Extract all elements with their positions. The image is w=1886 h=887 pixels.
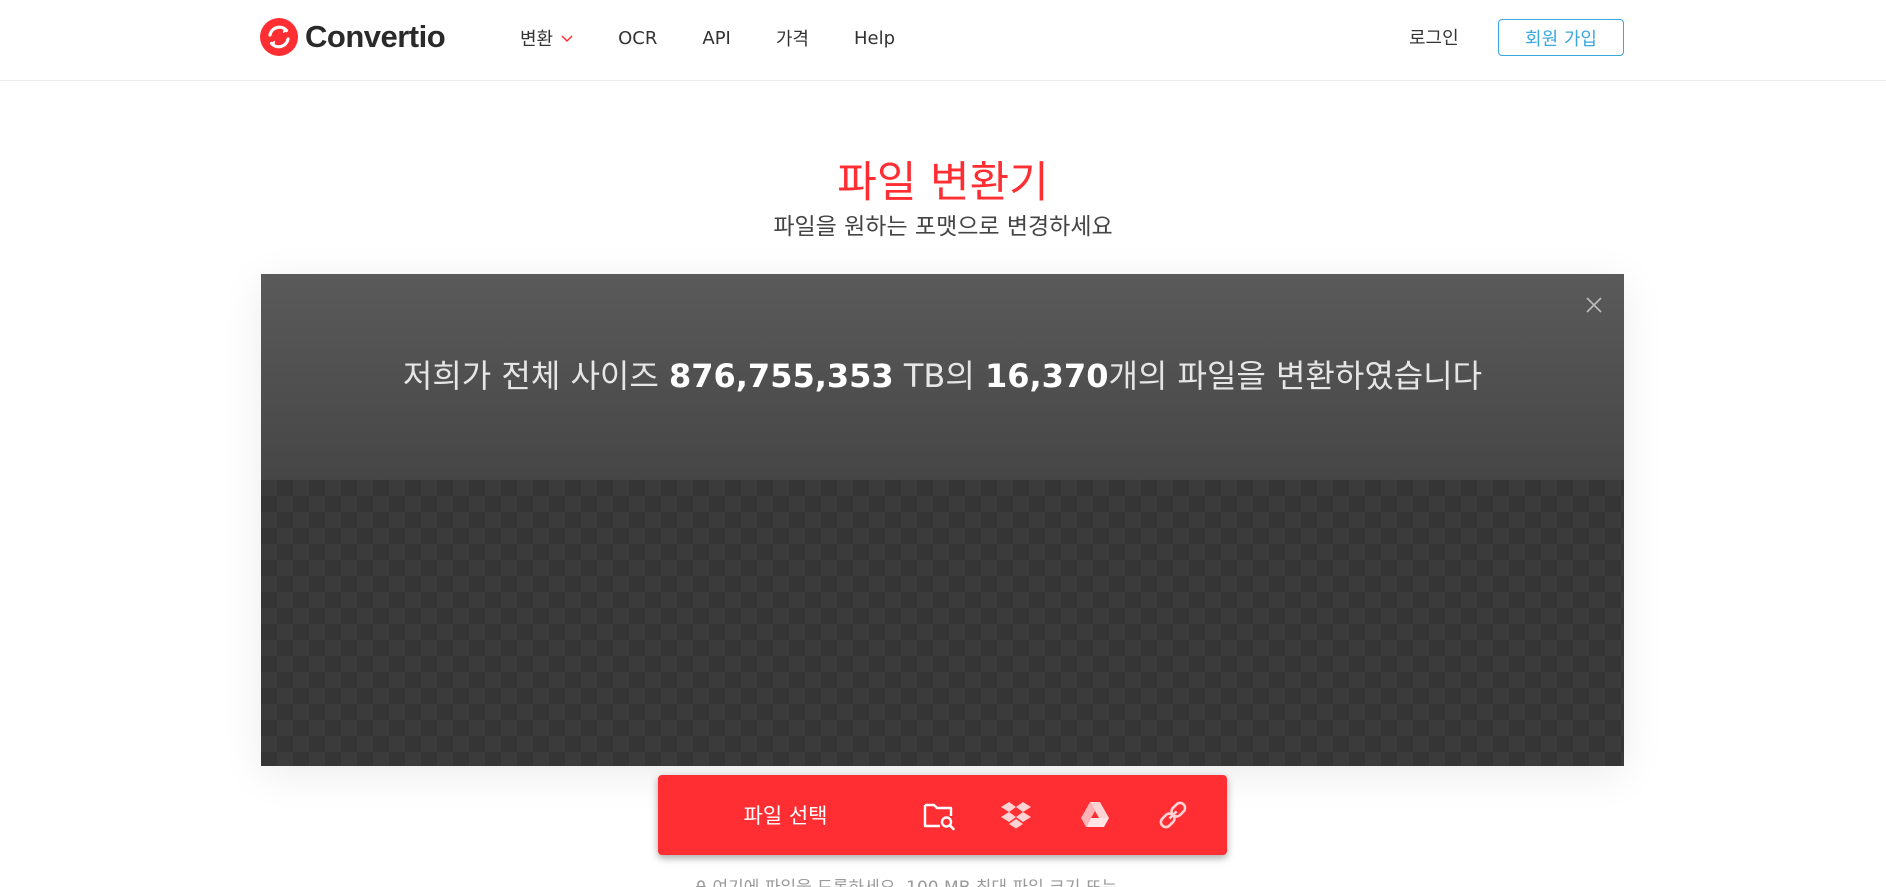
folder-search-icon xyxy=(923,803,955,831)
google-drive-button[interactable] xyxy=(1078,799,1112,831)
nav-item-pricing-label: 가격 xyxy=(775,29,809,50)
nav-item-api-label: API xyxy=(702,27,731,49)
dropbox-button[interactable] xyxy=(999,799,1033,831)
stats-text: 저희가 전체 사이즈 876,755,353 TB의 16,370개의 파일을 … xyxy=(261,351,1624,397)
stats-size-value: 876,755,353 xyxy=(668,357,894,395)
drop-hint-signup-link[interactable]: 회원 가입 xyxy=(1123,878,1191,887)
lock-icon xyxy=(695,879,706,887)
close-icon[interactable] xyxy=(1584,295,1604,315)
nav-item-ocr-label: OCR xyxy=(618,27,658,49)
stats-banner: 저희가 전체 사이즈 876,755,353 TB의 16,370개의 파일을 … xyxy=(261,274,1624,480)
login-link[interactable]: 로그인 xyxy=(1409,24,1459,50)
google-drive-icon xyxy=(1081,802,1109,827)
convertio-logo-icon xyxy=(260,18,298,56)
brand-name: Convertio xyxy=(305,19,446,54)
page-subtitle: 파일을 원하는 포맷으로 변경하세요 xyxy=(773,214,1113,240)
signup-button[interactable]: 회원 가입 xyxy=(1498,19,1624,56)
drop-zone[interactable]: 파일 선택 xyxy=(261,480,1624,887)
nav-item-convert[interactable]: 변환 xyxy=(520,25,573,51)
site-header: Convertio 변환 OCR API 가격 Help 로그인 회원 가입 xyxy=(0,0,1886,81)
convertio-logo[interactable]: Convertio xyxy=(260,18,446,56)
drop-hint-text: 여기에 파일을 드롭하세요. 100 MB 최대 파일 크기 또는 xyxy=(713,878,1123,887)
dropbox-icon xyxy=(1001,802,1031,829)
page-title: 파일 변환기 xyxy=(837,158,1049,208)
nav-item-ocr[interactable]: OCR xyxy=(618,28,657,49)
main-nav: 변환 OCR API 가격 Help xyxy=(520,24,940,52)
stats-files-value: 16,370 xyxy=(984,357,1109,395)
stats-size-unit: TB의 xyxy=(893,357,985,395)
chevron-down-icon xyxy=(561,35,573,43)
nav-item-help[interactable]: Help xyxy=(854,28,895,49)
url-link-button[interactable] xyxy=(1156,799,1190,831)
nav-item-help-label: Help xyxy=(853,27,896,49)
folder-search-button[interactable] xyxy=(922,799,956,831)
stats-prefix: 저희가 전체 사이즈 xyxy=(402,357,669,395)
converter-box: 저희가 전체 사이즈 876,755,353 TB의 16,370개의 파일을 … xyxy=(261,274,1624,887)
drop-hint: 여기에 파일을 드롭하세요. 100 MB 최대 파일 크기 또는 회원 가입 xyxy=(261,873,1624,887)
choose-files-bar: 파일 선택 xyxy=(658,775,1227,855)
url-link-icon xyxy=(1159,801,1187,829)
choose-files-button[interactable]: 파일 선택 xyxy=(658,775,913,855)
nav-item-convert-label: 변환 xyxy=(520,29,554,50)
nav-item-pricing[interactable]: 가격 xyxy=(776,25,809,51)
stats-suffix: 개의 파일을 변환하였습니다 xyxy=(1108,357,1483,395)
nav-item-api[interactable]: API xyxy=(702,28,730,49)
